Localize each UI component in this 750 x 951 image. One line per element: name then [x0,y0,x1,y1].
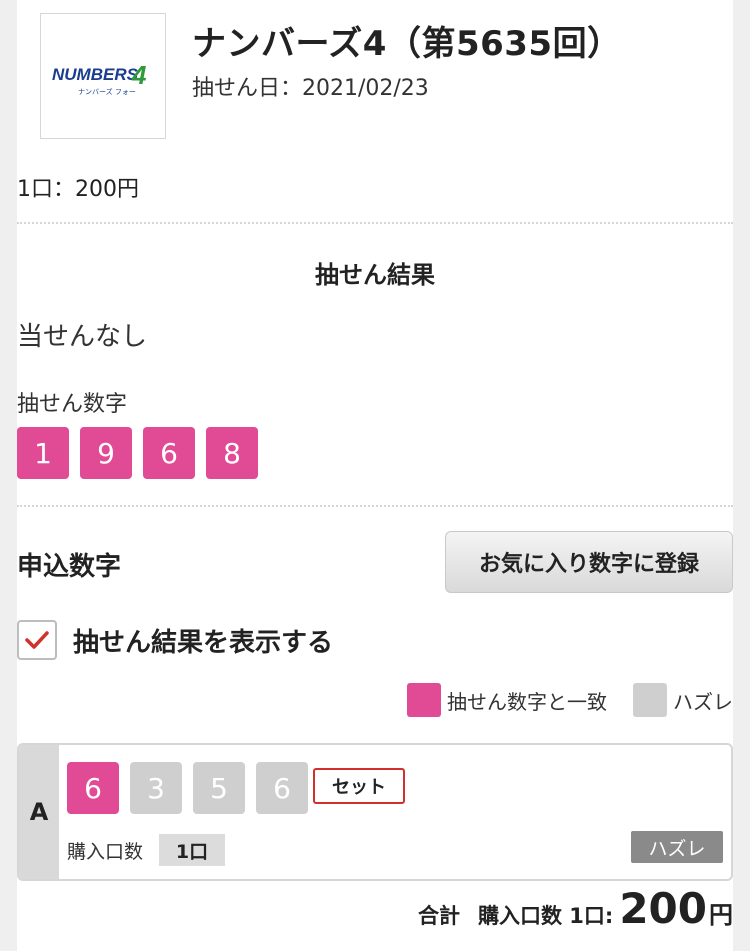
divider [17,505,733,507]
draw-numbers-label: 抽せん数字 [17,392,128,417]
ticket-card: A 6 3 5 6 セット 購入口数 1口 ハズレ [17,743,733,881]
ticket-number: 6 [256,762,308,814]
ticket-number: 3 [130,762,182,814]
ticket-numbers: 6 3 5 6 [67,762,308,814]
total-amount: 200 [619,884,707,933]
draw-number: 9 [80,427,132,479]
page-title: ナンバーズ4（第5635回） [192,24,622,64]
show-results-checkbox[interactable] [17,620,57,660]
header: NUMBERS 4 ナンバーズ フォー ナンバーズ4（第5635回） 抽せん日：… [40,0,710,160]
draw-number: 6 [143,427,195,479]
draw-date: 抽せん日：2021/02/23 [192,76,429,101]
show-results-label: 抽せん結果を表示する [73,627,334,658]
numbers4-logo: NUMBERS 4 ナンバーズ フォー [40,13,166,139]
purchase-qty-label: 購入口数 [67,841,144,863]
svg-text:NUMBERS: NUMBERS [52,65,139,84]
divider [17,222,733,224]
checkmark-icon [25,631,49,649]
legend-match-swatch [407,683,441,717]
svg-text:4: 4 [131,60,147,90]
draw-number: 1 [17,427,69,479]
result-status: 当せんなし [17,322,148,352]
unit-price: 1口：200円 [17,177,139,202]
numbers4-logo-graphic: NUMBERS 4 ナンバーズ フォー [52,60,147,96]
legend-miss-label: ハズレ [673,689,733,714]
purchase-qty-value: 1口 [159,834,225,866]
legend-match: 抽せん数字と一致 [407,683,607,717]
result-section-title: 抽せん結果 [315,261,435,289]
ticket-number: 5 [193,762,245,814]
lottery-detail-page: NUMBERS 4 ナンバーズ フォー ナンバーズ4（第5635回） 抽せん日：… [17,0,733,951]
total-label: 合計 [418,904,460,928]
svg-text:ナンバーズ フォー: ナンバーズ フォー [78,87,136,96]
legend: 抽せん数字と一致 ハズレ [407,683,733,717]
set-type-badge: セット [313,768,405,804]
result-miss-badge: ハズレ [631,831,723,863]
legend-miss-swatch [633,683,667,717]
legend-miss: ハズレ [633,683,733,717]
ticket-number: 6 [67,762,119,814]
total-qty: 購入口数 1口: [478,904,614,928]
legend-match-label: 抽せん数字と一致 [447,689,607,714]
add-favorite-button[interactable]: お気に入り数字に登録 [445,531,733,593]
show-results-toggle[interactable]: 抽せん結果を表示する [17,620,333,660]
apply-numbers-title: 申込数字 [17,552,122,582]
ticket-id: A [19,745,59,879]
draw-number: 8 [206,427,258,479]
draw-numbers: 1 9 6 8 [17,427,258,479]
total-summary: 合計 購入口数 1口: 200 円 [418,884,733,933]
total-unit: 円 [709,901,733,929]
